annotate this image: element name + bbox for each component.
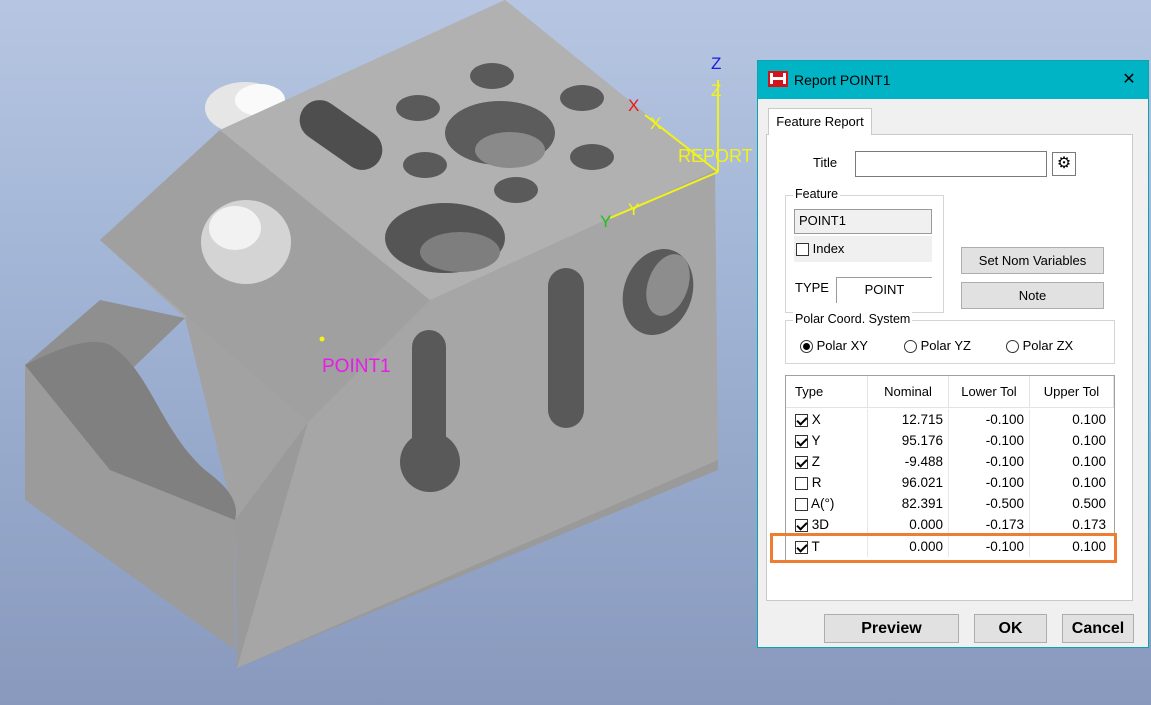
cancel-button[interactable]: Cancel xyxy=(1062,614,1134,643)
row-type: Y xyxy=(811,433,821,448)
row-type: A(°) xyxy=(811,496,835,511)
table-row[interactable]: A(°) 82.391 -0.500 0.500 xyxy=(786,493,1114,514)
row-nominal[interactable]: -9.488 xyxy=(868,451,949,472)
row-upper-tol[interactable]: 0.500 xyxy=(1030,493,1114,514)
note-button[interactable]: Note xyxy=(961,282,1104,309)
row-nominal[interactable]: 0.000 xyxy=(868,514,949,535)
dialog-title: Report POINT1 xyxy=(794,72,891,88)
polar-xy-label: Polar XY xyxy=(816,338,868,353)
preview-button[interactable]: Preview xyxy=(824,614,959,643)
feature-group-title: Feature xyxy=(793,187,841,201)
row-checkbox[interactable] xyxy=(795,497,808,511)
z-axis-label: Z xyxy=(711,54,722,73)
polar-yz-option[interactable]: Polar YZ xyxy=(904,338,971,354)
row-lower-tol[interactable]: -0.100 xyxy=(949,409,1030,430)
column-header-nominal[interactable]: Nominal xyxy=(868,376,949,408)
row-nominal[interactable]: 95.176 xyxy=(868,430,949,451)
row-type: 3D xyxy=(811,517,830,532)
polar-zx-radio[interactable] xyxy=(1006,340,1019,354)
row-upper-tol[interactable]: 0.100 xyxy=(1030,451,1114,472)
x-axis-label-yellow: X xyxy=(650,114,662,133)
title-label: Title xyxy=(813,155,838,170)
row-checkbox[interactable] xyxy=(795,476,808,490)
point-label: POINT1 xyxy=(322,356,391,377)
index-checkbox-row[interactable]: Index xyxy=(794,236,932,262)
row-type: R xyxy=(811,475,822,490)
cad-viewport[interactable]: POINT1 Z Z X X REPORT Y Y xyxy=(0,0,760,705)
index-label: Index xyxy=(812,241,845,256)
highlight-box xyxy=(770,533,1117,563)
row-nominal[interactable]: 82.391 xyxy=(868,493,949,514)
point-marker xyxy=(319,336,325,342)
table-row[interactable]: 3D 0.000 -0.173 0.173 xyxy=(786,514,1114,535)
polar-xy-option[interactable]: Polar XY xyxy=(800,338,868,354)
table-row[interactable]: Z -9.488 -0.100 0.100 xyxy=(786,451,1114,472)
row-type: Z xyxy=(811,454,821,469)
column-header-lower-tol[interactable]: Lower Tol xyxy=(949,376,1030,408)
close-button[interactable]: ✕ xyxy=(1116,67,1142,93)
row-lower-tol[interactable]: -0.100 xyxy=(949,472,1030,493)
row-checkbox[interactable] xyxy=(795,455,808,469)
row-type: X xyxy=(811,412,821,427)
row-lower-tol[interactable]: -0.500 xyxy=(949,493,1030,514)
polar-yz-label: Polar YZ xyxy=(920,338,971,353)
gear-icon[interactable]: ⚙ xyxy=(1052,152,1076,176)
feature-name-field[interactable]: POINT1 xyxy=(794,209,932,234)
part-model xyxy=(25,0,719,668)
y-axis-label: Y xyxy=(600,212,612,231)
row-lower-tol[interactable]: -0.100 xyxy=(949,430,1030,451)
table-row[interactable]: R 96.021 -0.100 0.100 xyxy=(786,472,1114,493)
row-nominal[interactable]: 12.715 xyxy=(868,409,949,430)
row-checkbox[interactable] xyxy=(795,413,808,427)
ok-button[interactable]: OK xyxy=(974,614,1047,643)
row-upper-tol[interactable]: 0.173 xyxy=(1030,514,1114,535)
title-input[interactable] xyxy=(855,151,1047,177)
x-axis-label: X xyxy=(628,96,640,115)
polar-zx-label: Polar ZX xyxy=(1022,338,1074,353)
table-row[interactable]: X 12.715 -0.100 0.100 xyxy=(786,409,1114,430)
row-lower-tol[interactable]: -0.100 xyxy=(949,451,1030,472)
y-axis-label-yellow: Y xyxy=(628,200,640,219)
column-header-upper-tol[interactable]: Upper Tol xyxy=(1030,376,1114,408)
table-row[interactable]: Y 95.176 -0.100 0.100 xyxy=(786,430,1114,451)
polar-yz-radio[interactable] xyxy=(904,340,917,354)
polar-xy-radio[interactable] xyxy=(800,340,813,354)
index-checkbox[interactable] xyxy=(796,243,809,257)
row-upper-tol[interactable]: 0.100 xyxy=(1030,472,1114,493)
tab-feature-report[interactable]: Feature Report xyxy=(768,108,872,135)
row-upper-tol[interactable]: 0.100 xyxy=(1030,409,1114,430)
app-icon xyxy=(768,71,788,87)
row-checkbox[interactable] xyxy=(795,434,808,448)
type-label: TYPE xyxy=(795,280,829,295)
row-checkbox[interactable] xyxy=(795,518,808,532)
polar-group-title: Polar Coord. System xyxy=(793,312,913,326)
row-nominal[interactable]: 96.021 xyxy=(868,472,949,493)
z-axis-label-yellow: Z xyxy=(711,81,722,100)
set-nom-variables-button[interactable]: Set Nom Variables xyxy=(961,247,1104,274)
polar-zx-option[interactable]: Polar ZX xyxy=(1006,338,1074,354)
type-value: POINT xyxy=(836,277,932,303)
row-lower-tol[interactable]: -0.173 xyxy=(949,514,1030,535)
row-upper-tol[interactable]: 0.100 xyxy=(1030,430,1114,451)
report-label: REPORT xyxy=(678,146,753,166)
column-header-type[interactable]: Type xyxy=(786,376,868,408)
dialog-titlebar[interactable]: Report POINT1 ✕ xyxy=(758,61,1148,99)
